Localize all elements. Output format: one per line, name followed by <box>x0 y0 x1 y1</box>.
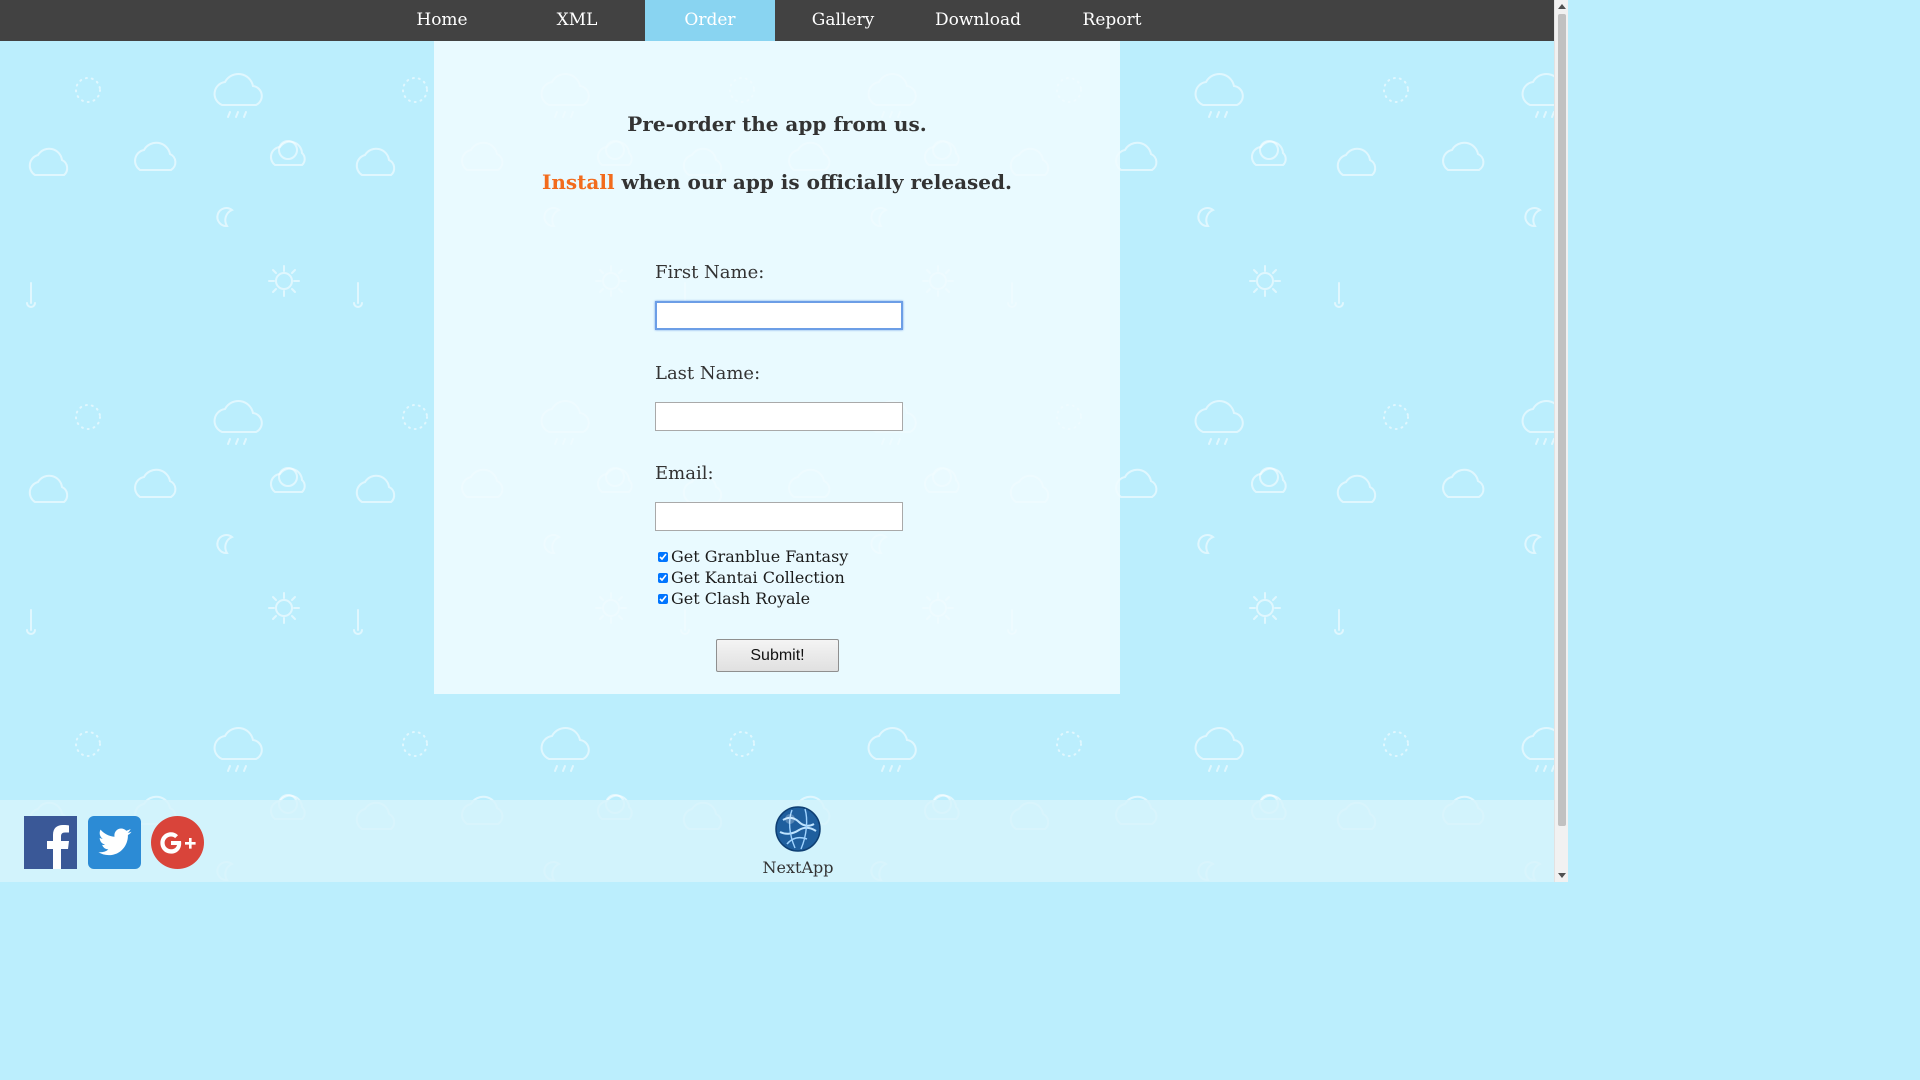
nav-xml[interactable]: XML <box>512 0 642 41</box>
install-rest: when our app is officially released. <box>614 170 1012 194</box>
nav-order[interactable]: Order <box>645 0 775 41</box>
twitter-icon <box>97 827 131 855</box>
scrollbar-thumb[interactable] <box>1558 14 1566 826</box>
checkbox-row-granblue: Get Granblue Fantasy <box>658 546 848 567</box>
top-navbar: Home XML Order Gallery Download Report <box>0 0 1554 41</box>
order-panel: Pre-order the app from us. Install when … <box>434 41 1120 694</box>
first-name-label: First Name: <box>655 262 765 283</box>
install-accent: Install <box>542 170 615 194</box>
last-name-input[interactable] <box>655 402 903 431</box>
nav-download[interactable]: Download <box>913 0 1043 41</box>
checkbox-row-kantai: Get Kantai Collection <box>658 567 845 588</box>
nav-home[interactable]: Home <box>377 0 507 41</box>
facebook-icon <box>47 825 69 869</box>
scroll-up-icon[interactable] <box>1558 4 1566 9</box>
email-label: Email: <box>655 463 714 484</box>
nav-gallery[interactable]: Gallery <box>778 0 908 41</box>
checkbox-row-clash: Get Clash Royale <box>658 588 810 609</box>
email-input[interactable] <box>655 502 903 531</box>
vertical-scrollbar[interactable] <box>1554 0 1568 882</box>
clash-checkbox[interactable] <box>658 593 668 604</box>
headline-install: Install when our app is officially relea… <box>434 170 1120 194</box>
google-plus-link[interactable] <box>151 816 204 869</box>
brand-name: NextApp <box>762 858 834 877</box>
kantai-checkbox[interactable] <box>658 572 668 583</box>
nav-report[interactable]: Report <box>1047 0 1177 41</box>
footer: NextApp <box>0 800 1554 882</box>
scroll-down-icon[interactable] <box>1558 873 1566 878</box>
last-name-label: Last Name: <box>655 363 761 384</box>
submit-button[interactable]: Submit! <box>716 639 839 672</box>
facebook-link[interactable] <box>24 816 77 869</box>
twitter-link[interactable] <box>88 816 141 869</box>
kantai-checkbox-label: Get Kantai Collection <box>671 568 845 587</box>
nextapp-brand[interactable]: NextApp <box>760 806 836 877</box>
headline-preorder: Pre-order the app from us. <box>627 112 927 136</box>
granblue-checkbox-label: Get Granblue Fantasy <box>671 547 849 566</box>
granblue-checkbox[interactable] <box>658 551 668 562</box>
clash-checkbox-label: Get Clash Royale <box>671 589 811 608</box>
google-plus-icon <box>159 831 196 854</box>
first-name-input[interactable] <box>655 301 903 330</box>
globe-logo-icon <box>775 806 821 852</box>
